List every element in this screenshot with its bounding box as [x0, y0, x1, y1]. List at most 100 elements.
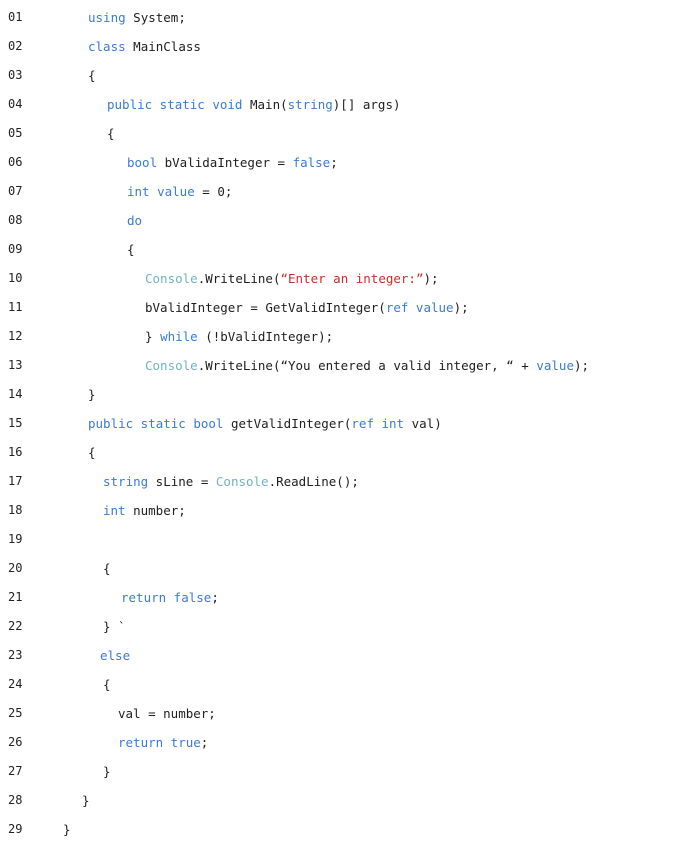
line-number: 17 — [8, 474, 23, 488]
code-text: return false; — [121, 583, 219, 612]
line-number: 23 — [8, 648, 23, 662]
code-line: 08 do — [0, 206, 698, 235]
code-text: } — [82, 786, 90, 815]
line-number: 25 — [8, 706, 23, 720]
code-token: bValidaInteger = — [157, 155, 293, 170]
code-token: do — [127, 213, 143, 228]
code-text: string sLine = Console.ReadLine(); — [103, 467, 359, 496]
code-token: else — [100, 648, 131, 663]
code-line: 29} — [0, 815, 698, 844]
code-text: bool bValidaInteger = false; — [127, 148, 338, 177]
code-token: return false — [121, 590, 212, 605]
code-text: { — [88, 61, 96, 90]
code-line: 28} — [0, 786, 698, 815]
code-token: ref int — [351, 416, 405, 431]
line-number: 26 — [8, 735, 23, 749]
code-token: } — [63, 822, 71, 837]
line-number: 19 — [8, 532, 23, 546]
code-text: } — [63, 815, 71, 844]
code-token: int — [127, 184, 150, 199]
code-line: 18 int number; — [0, 496, 698, 525]
code-text: { — [103, 554, 111, 583]
line-number: 28 — [8, 793, 23, 807]
code-token: while — [160, 329, 198, 344]
code-text: } — [103, 757, 111, 786]
code-token: (!bValidInteger); — [197, 329, 334, 344]
line-number: 05 — [8, 126, 23, 140]
code-token: bool — [127, 155, 158, 170]
line-number: 07 — [8, 184, 23, 198]
code-line: 21 return false; — [0, 583, 698, 612]
code-text: } while (!bValidInteger); — [145, 322, 333, 351]
code-text: { — [88, 438, 96, 467]
line-number: 04 — [8, 97, 23, 111]
line-number: 18 — [8, 503, 23, 517]
code-text: int value = 0; — [127, 177, 232, 206]
code-token: Main( — [242, 97, 288, 112]
code-token: } — [82, 793, 90, 808]
code-text: Console.WriteLine(“Enter an integer:”); — [145, 264, 439, 293]
code-token: ); — [423, 271, 439, 286]
line-number: 08 — [8, 213, 23, 227]
code-token: .WriteLine(“You entered a valid integer,… — [197, 358, 537, 373]
code-line: 07 int value = 0; — [0, 177, 698, 206]
code-line: 19 — [0, 525, 698, 554]
code-line: 16 { — [0, 438, 698, 467]
code-line: 13 Console.WriteLine(“You entered a valid… — [0, 351, 698, 380]
code-line: 05 { — [0, 119, 698, 148]
code-line: 14} — [0, 380, 698, 409]
code-token: } — [103, 764, 111, 779]
code-line: 06 bool bValidaInteger = false; — [0, 148, 698, 177]
code-token: value — [536, 358, 574, 373]
line-number: 22 — [8, 619, 23, 633]
code-line: 22} ` — [0, 612, 698, 641]
code-text: class MainClass — [88, 32, 201, 61]
line-number: 21 — [8, 590, 23, 604]
code-line: 11 bValidInteger = GetValidInteger(ref va… — [0, 293, 698, 322]
line-number: 13 — [8, 358, 23, 372]
code-token: ; — [211, 590, 219, 605]
line-number: 09 — [8, 242, 23, 256]
code-line: 17 string sLine = Console.ReadLine(); — [0, 467, 698, 496]
code-token: val = number; — [118, 706, 216, 721]
code-line: 10 Console.WriteLine(“Enter an integer:”)… — [0, 264, 698, 293]
code-token: MainClass — [125, 39, 201, 54]
code-line: 23 else — [0, 641, 698, 670]
line-number: 01 — [8, 10, 23, 24]
line-number: 20 — [8, 561, 23, 575]
code-token: System; — [125, 10, 186, 25]
code-token: )[] args) — [332, 97, 401, 112]
code-line: 03 { — [0, 61, 698, 90]
code-token: sLine = — [148, 474, 216, 489]
code-token: Console — [215, 474, 269, 489]
code-text: int number; — [103, 496, 186, 525]
code-text: { — [103, 670, 111, 699]
code-line: 24 { — [0, 670, 698, 699]
code-token: ; — [200, 735, 209, 750]
code-text: using System; — [88, 3, 186, 32]
code-text: do — [127, 206, 142, 235]
code-text: val = number; — [118, 699, 216, 728]
code-text: } — [88, 380, 96, 409]
line-number: 29 — [8, 822, 23, 836]
code-text: Console.WriteLine(“You entered a valid i… — [145, 351, 589, 380]
line-number: 10 — [8, 271, 23, 285]
line-number: 02 — [8, 39, 23, 53]
code-token: false — [292, 155, 331, 170]
code-line: 02 class MainClass — [0, 32, 698, 61]
line-number: 15 — [8, 416, 23, 430]
code-token: { — [127, 242, 135, 257]
code-token: public static bool — [88, 416, 224, 431]
code-token: “Enter an integer:” — [280, 271, 424, 286]
code-token: Console — [145, 271, 198, 286]
line-number: 11 — [8, 300, 23, 314]
code-token: ); — [573, 358, 590, 373]
code-token: ); — [453, 300, 469, 315]
code-token: .WriteLine( — [197, 271, 281, 286]
code-token: number; — [125, 503, 186, 518]
line-number: 03 — [8, 68, 23, 82]
code-text: bValidInteger = GetValidInteger(ref valu… — [145, 293, 469, 322]
code-token: bValidInteger = GetValidInteger( — [145, 300, 386, 315]
line-number: 16 — [8, 445, 23, 459]
